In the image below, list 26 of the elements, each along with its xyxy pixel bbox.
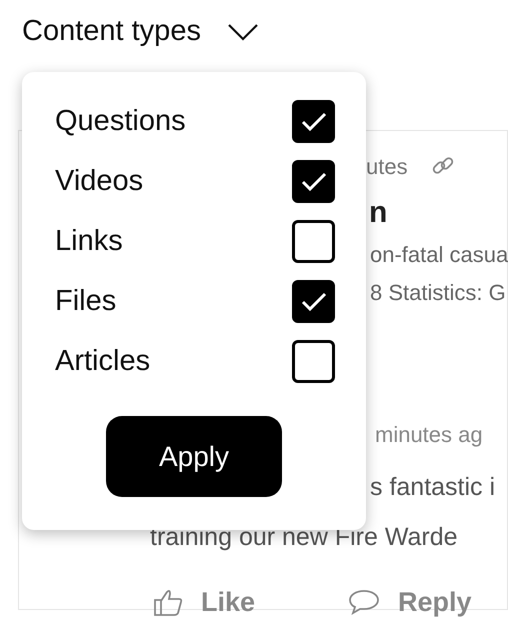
checkbox[interactable] [292, 160, 335, 204]
reply-button[interactable]: Reply [348, 582, 472, 622]
comment-time: minutes ag [375, 421, 483, 449]
checkbox[interactable] [292, 100, 335, 144]
comment-text: s fantastic i [370, 472, 496, 503]
post-excerpt: 8 Statistics: G [370, 279, 506, 307]
speech-bubble-icon [348, 588, 380, 616]
post-excerpt: on-fatal casua [370, 241, 508, 269]
option-label: Files [55, 284, 116, 319]
apply-button[interactable]: Apply [106, 416, 282, 497]
checkmark-icon [300, 112, 326, 132]
option-label: Questions [55, 104, 186, 139]
post-title: n [369, 195, 388, 231]
checkmark-icon [300, 172, 326, 192]
checkmark-icon [300, 292, 326, 312]
chevron-down-icon [226, 22, 259, 41]
checkbox[interactable] [292, 280, 335, 324]
option-label: Videos [55, 164, 144, 199]
post-time: utes [366, 153, 408, 181]
option-label: Links [55, 224, 123, 259]
thumbs-up-icon [153, 587, 183, 618]
option-label: Articles [55, 344, 150, 379]
content-types-dropdown[interactable]: Content types [22, 10, 259, 54]
checkbox[interactable] [292, 340, 335, 384]
checkbox[interactable] [292, 220, 335, 264]
like-button[interactable]: Like [153, 582, 256, 622]
